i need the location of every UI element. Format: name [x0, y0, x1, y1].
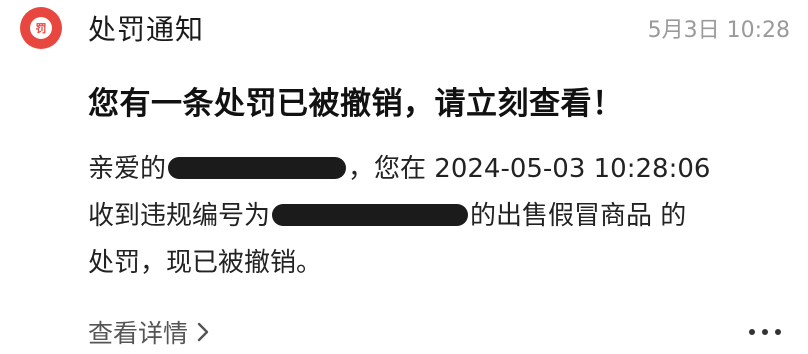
body-line-1-prefix: 亲爱的: [88, 154, 167, 184]
view-details-link[interactable]: 查看详情: [88, 314, 212, 350]
chevron-right-icon: [197, 322, 209, 342]
notification-header: 罚 处罚通知 5月3日 10:28: [20, 6, 790, 50]
redacted-violation-number: [272, 203, 469, 226]
body-line-3: 处罚，现已被撤销。: [88, 248, 323, 278]
body-line-2-prefix: 收到违规编号为: [88, 201, 271, 231]
notification-card[interactable]: 罚 处罚通知 5月3日 10:28 您有一条处罚已被撤销，请立刻查看！ 亲爱的 ，…: [0, 0, 808, 354]
body-line-1: 亲爱的 ，您在 2024-05-03 10:28:06: [88, 146, 788, 193]
view-details-label: 查看详情: [88, 319, 189, 348]
redacted-username: [168, 156, 347, 179]
more-dots-icon[interactable]: [748, 326, 782, 338]
body-line-2: 收到违规编号为 的出售假冒商品 的: [88, 193, 788, 240]
notification-time: 5月3日 10:28: [647, 18, 790, 43]
body-line-2-suffix: 的出售假冒商品 的: [470, 201, 687, 231]
message-body: 亲爱的 ，您在 2024-05-03 10:28:06 收到违规编号为 的出售假冒商…: [88, 146, 788, 287]
sender-name: 处罚通知: [88, 13, 205, 46]
body-line-1-suffix: ，您在 2024-05-03 10:28:06: [348, 154, 711, 184]
message-title: 您有一条处罚已被撤销，请立刻查看！: [88, 86, 624, 122]
penalty-app-icon: 罚: [20, 7, 62, 49]
app-icon-label: 罚: [30, 17, 52, 39]
